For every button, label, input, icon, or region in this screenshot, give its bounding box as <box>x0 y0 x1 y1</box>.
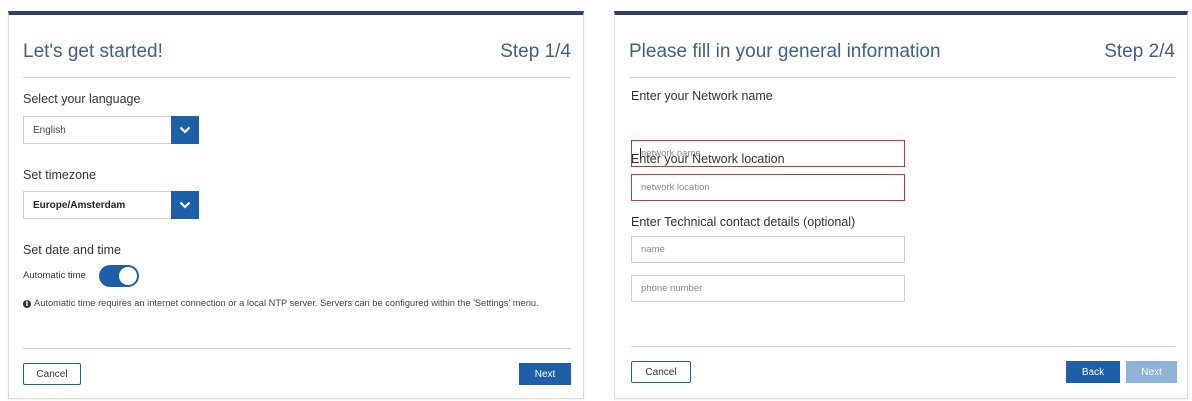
wizard-step1-panel: Let's get started! Step 1/4 Select your … <box>8 11 584 399</box>
chevron-down-icon[interactable] <box>171 116 199 144</box>
cancel-button[interactable]: Cancel <box>631 361 691 383</box>
network-location-input[interactable]: network location <box>631 174 905 201</box>
step2-header: Please fill in your general information … <box>629 37 1175 78</box>
page-title: Please fill in your general information <box>629 41 941 62</box>
technical-contact-label: Enter Technical contact details (optiona… <box>631 215 856 229</box>
language-select[interactable]: English <box>23 116 199 144</box>
ntp-info-note: i Automatic time requires an internet con… <box>23 298 539 308</box>
cancel-button[interactable]: Cancel <box>23 363 81 385</box>
chevron-down-icon[interactable] <box>171 191 199 219</box>
contact-name-placeholder: name <box>641 244 665 255</box>
contact-phone-placeholder: phone number <box>641 283 703 294</box>
toggle-knob <box>119 267 137 285</box>
next-button[interactable]: Next <box>519 363 571 385</box>
step-indicator: Step 2/4 <box>1104 41 1175 62</box>
back-button[interactable]: Back <box>1066 361 1120 383</box>
datetime-label: Set date and time <box>23 243 121 257</box>
automatic-time-label: Automatic time <box>23 270 86 281</box>
wizard-step2-panel: Please fill in your general information … <box>614 11 1188 399</box>
timezone-selected-value: Europe/Amsterdam <box>33 200 126 211</box>
step1-header: Let's get started! Step 1/4 <box>23 37 571 78</box>
info-icon: i <box>23 299 31 308</box>
footer-divider <box>23 348 571 349</box>
timezone-select[interactable]: Europe/Amsterdam <box>23 191 199 219</box>
network-name-label: Enter your Network name <box>631 89 773 103</box>
contact-name-input[interactable]: name <box>631 236 905 263</box>
network-location-label: Enter your Network location <box>631 152 785 166</box>
timezone-label: Set timezone <box>23 168 96 182</box>
footer-divider <box>631 346 1175 347</box>
contact-phone-input[interactable]: phone number <box>631 275 905 302</box>
automatic-time-toggle[interactable] <box>99 265 139 287</box>
next-button[interactable]: Next <box>1126 361 1177 383</box>
network-location-placeholder: network location <box>641 182 710 193</box>
language-selected-value: English <box>33 125 66 136</box>
language-label: Select your language <box>23 92 141 106</box>
ntp-info-text: Automatic time requires an internet conn… <box>34 298 539 308</box>
page-title: Let's get started! <box>23 41 163 62</box>
step-indicator: Step 1/4 <box>500 41 571 62</box>
